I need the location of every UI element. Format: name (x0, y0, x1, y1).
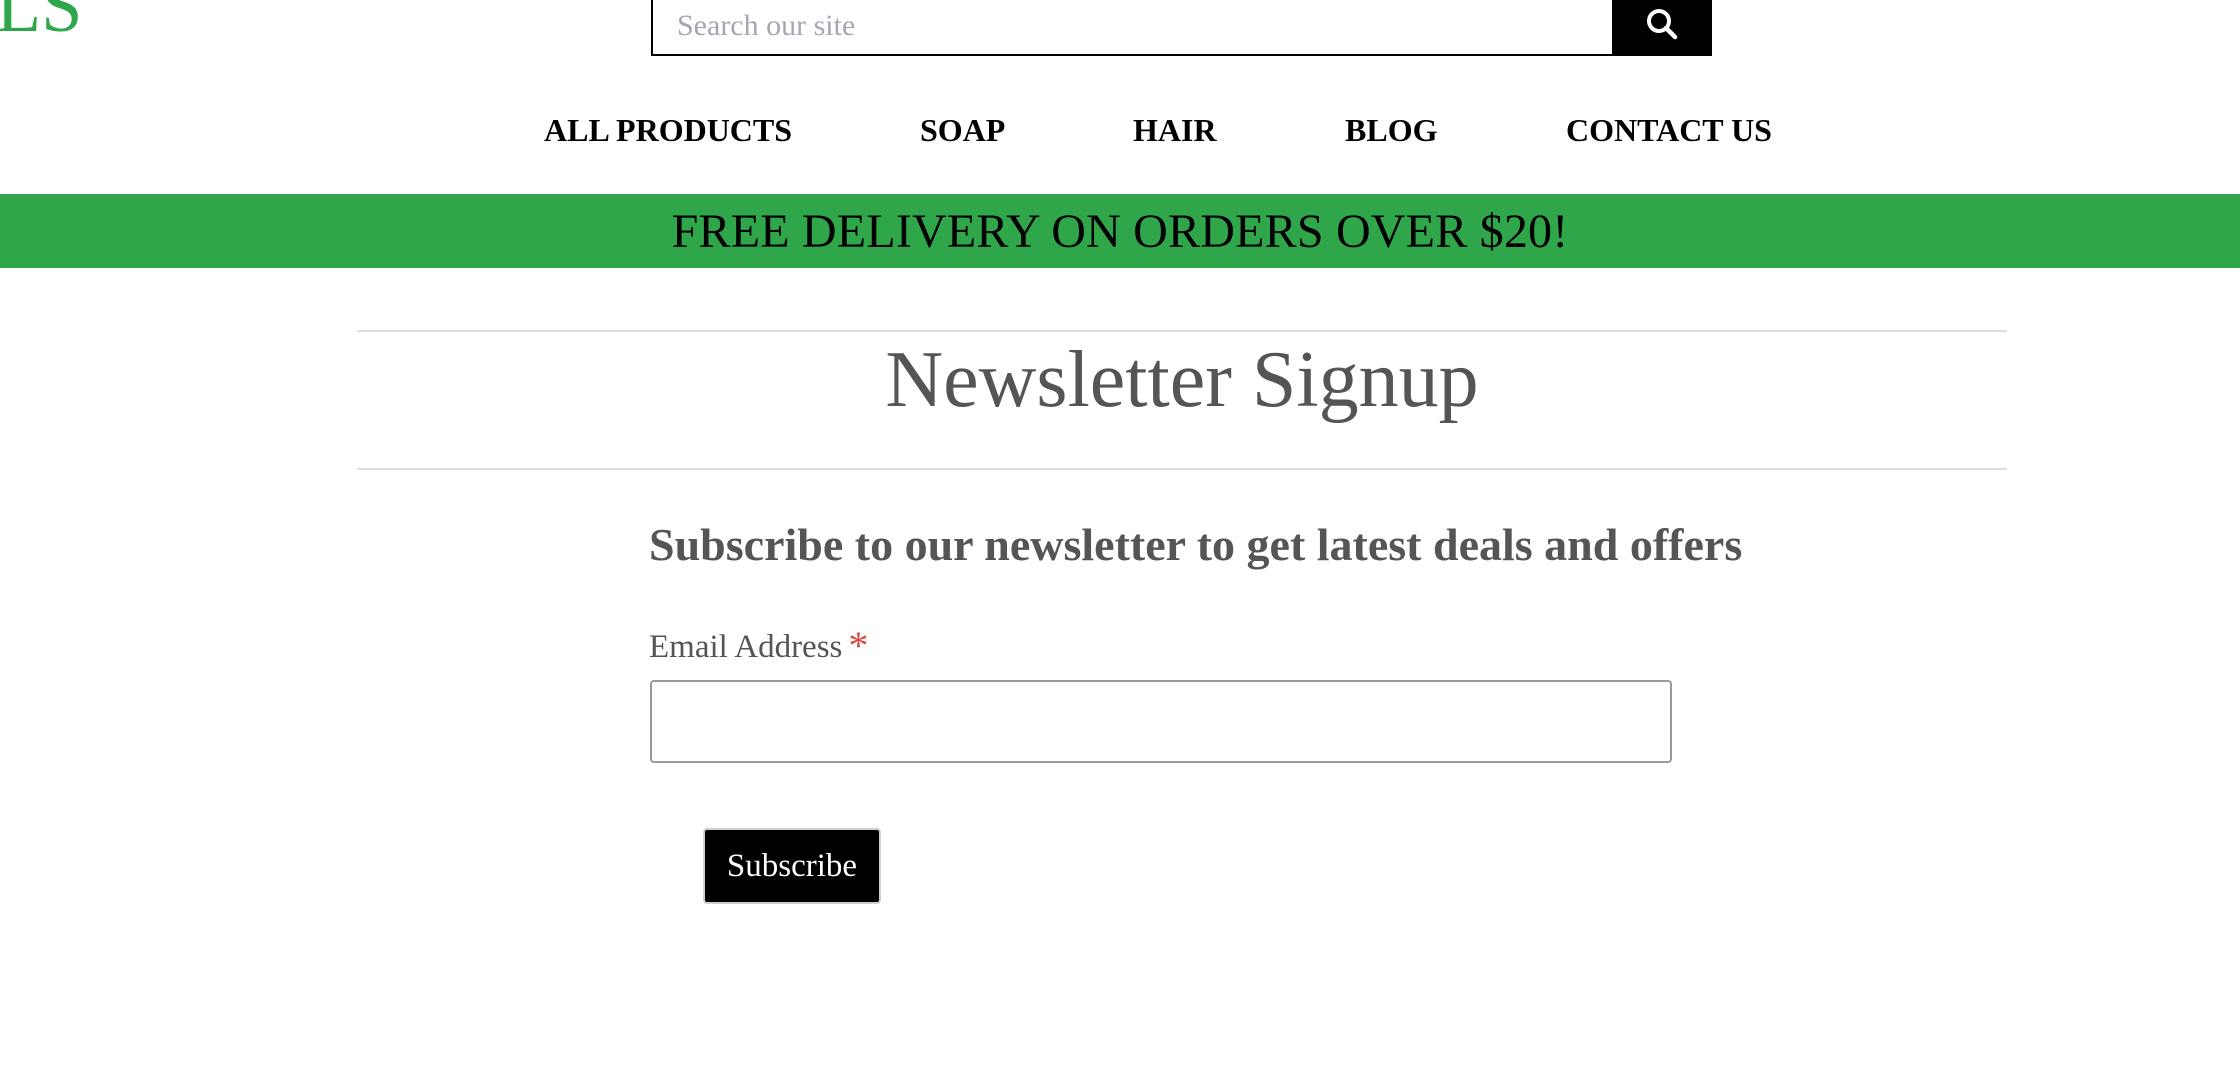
search-icon (1644, 7, 1680, 46)
search-button[interactable] (1612, 0, 1712, 56)
promo-text: FREE DELIVERY ON ORDERS OVER $20! (671, 204, 1569, 258)
main-nav: ALL PRODUCTS SOAP HAIR BLOG CONTACT US (0, 112, 2240, 162)
nav-item-soap[interactable]: SOAP (920, 112, 1005, 149)
nav-item-all-products[interactable]: ALL PRODUCTS (544, 112, 792, 149)
search-input[interactable] (651, 0, 1612, 56)
email-label-text: Email Address (649, 629, 843, 665)
nav-item-blog[interactable]: BLOG (1345, 112, 1437, 149)
subscribe-button[interactable]: Subscribe (703, 828, 881, 904)
email-field[interactable] (650, 680, 1672, 763)
email-label: Email Address * (649, 622, 868, 669)
newsletter-subheading: Subscribe to our newsletter to get lates… (649, 519, 1743, 570)
page: LS ALL PRODUCTS SOAP HAIR BLOG CONTACT U… (0, 0, 2240, 1084)
title-divider-top (357, 330, 2007, 332)
search-form (651, 0, 1712, 56)
title-divider-bottom (357, 468, 2007, 470)
site-logo[interactable]: LS (0, 0, 82, 44)
promo-banner: FREE DELIVERY ON ORDERS OVER $20! (0, 194, 2240, 268)
nav-item-contact-us[interactable]: CONTACT US (1566, 112, 1772, 149)
required-marker: * (848, 623, 869, 668)
page-title: Newsletter Signup (885, 336, 1479, 424)
nav-item-hair[interactable]: HAIR (1133, 112, 1217, 149)
